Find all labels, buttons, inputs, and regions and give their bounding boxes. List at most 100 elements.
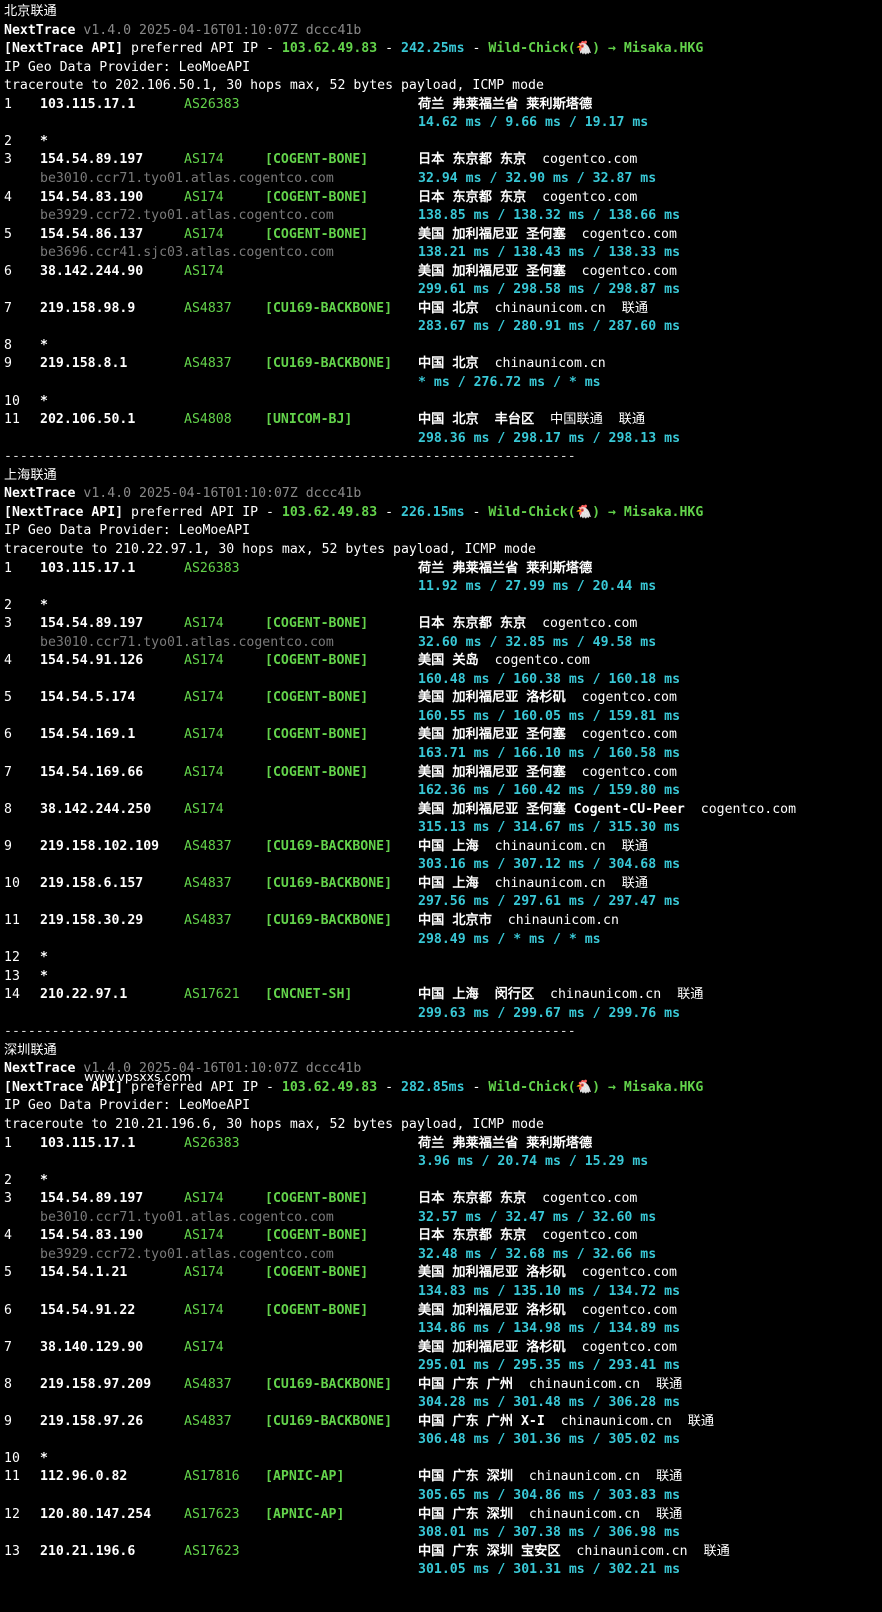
hop-asn: AS17621 [184,987,240,1003]
traceroute-line: traceroute to 202.106.50.1, 30 hops max,… [4,78,544,94]
hop-geo-location: 美国 加利福尼亚 洛杉矶 [418,690,566,706]
hop-row: 7 219.158.98.9 AS4837 [CU169-BACKBONE] 中国 北京… [0,299,882,318]
api-dash: - [377,41,402,57]
hop-ip: 154.54.89.197 [40,616,144,632]
hop-ip: 112.96.0.82 [40,1469,128,1485]
hop-rtt: 298.49 ms / * ms / * ms [418,931,601,947]
hop-geo: 美国 加利福尼亚 圣何塞 cogentco.com [418,725,677,744]
hop-geo-location: 荷兰 弗莱福兰省 莱利斯塔德 [418,96,593,112]
hop-ip: 219.158.102.109 [40,838,160,854]
hop-asn: AS174 [184,1265,224,1281]
hop-detail-row: 134.83 ms / 135.10 ms / 134.72 ms [0,1282,882,1301]
hop-ip: 210.21.196.6 [40,1543,136,1559]
hop-geo: 美国 加利福尼亚 圣何塞 cogentco.com [418,225,677,244]
api-text: preferred API IP - [131,504,282,520]
app-version: v1.4.0 2025-04-16T01:10:07Z dccc41b [83,22,362,38]
hop-timeout: * [40,1450,48,1466]
hop-hostname: be3010.ccr71.tyo01.atlas.cogentco.com [40,1209,334,1225]
hop-row: 1 103.115.17.1 AS26383 荷兰 弗莱福兰省 莱利斯塔德 [0,559,882,578]
hop-number: 2 [4,597,12,613]
hop-tag: [COGENT-BONE] [265,152,369,168]
api-ip: 103.62.49.83 [281,41,378,57]
hop-rtt: 299.63 ms / 299.67 ms / 299.76 ms [418,1005,681,1021]
hop-tag: [COGENT-BONE] [265,1191,369,1207]
hop-tag: [COGENT-BONE] [265,690,369,706]
hop-detail-row: be3929.ccr72.tyo01.atlas.cogentco.com 138… [0,206,882,225]
geo-provider-line: IP Geo Data Provider: LeoMoeAPI [4,59,251,75]
hop-rtt: 299.61 ms / 298.58 ms / 298.87 ms [418,282,681,298]
hop-number: 5 [4,226,12,242]
hop-number: 7 [4,300,12,316]
hop-tag: [CU169-BACKBONE] [265,875,393,891]
hop-ip: 219.158.98.9 [40,300,136,316]
hop-row: 11 219.158.30.29 AS4837 [CU169-BACKBONE] 中国 … [0,911,882,930]
hop-rtt: 138.85 ms / 138.32 ms / 138.66 ms [418,208,681,224]
hop-geo: 中国 北京 丰台区 中国联通 联通 [418,410,645,429]
hop-geo-location: 中国 上海 闵行区 [418,987,535,1003]
hop-geo-location: 美国 关岛 [418,653,479,669]
hop-hostname: be3696.ccr41.sjc03.atlas.cogentco.com [40,245,334,261]
hop-detail-row: 304.28 ms / 301.48 ms / 306.28 ms [0,1393,882,1412]
hop-geo-location: 美国 加利福尼亚 圣何塞 [418,226,566,242]
hop-timeout: * [40,1172,48,1188]
hop-timeout: * [40,133,48,149]
hop-geo-location: 美国 加利福尼亚 圣何塞 [418,727,566,743]
hop-rtt: 134.86 ms / 134.98 ms / 134.89 ms [418,1321,681,1337]
hop-domain: 中国联通 联通 [550,412,646,428]
hop-ip: 219.158.6.157 [40,875,144,891]
hop-geo-location: 中国 上海 [418,838,479,854]
hop-geo: 美国 加利福尼亚 圣何塞 cogentco.com [418,262,677,281]
hop-ip: 154.54.89.197 [40,152,144,168]
hop-asn: AS4837 [184,912,232,928]
hop-domain: chinaunicom.cn 联通 [550,987,704,1003]
hop-geo: 荷兰 弗莱福兰省 莱利斯塔德 [418,1134,592,1153]
hop-ip: 154.54.91.22 [40,1302,136,1318]
hop-asn: AS174 [184,801,224,817]
hop-asn: AS26383 [184,96,240,112]
hop-geo-location: 美国 加利福尼亚 洛杉矶 [418,1339,566,1355]
app-name: NextTrace [4,486,76,502]
hop-row: 9 219.158.102.109 AS4837 [CU169-BACKBONE] 中国… [0,837,882,856]
hop-asn: AS4837 [184,356,232,372]
hop-row: 14 210.22.97.1 AS17621 [CNCNET-SH] 中国 上海 闵行区… [0,985,882,1004]
hop-detail-row: * ms / 276.72 ms / * ms [0,373,882,392]
hop-asn: AS174 [184,189,224,205]
hop-number: 10 [4,393,20,409]
hop-number: 6 [4,263,12,279]
hop-geo: 美国 加利福尼亚 洛杉矶 cogentco.com [418,1301,677,1320]
geo-provider-line: IP Geo Data Provider: LeoMoeAPI [4,1098,251,1114]
hop-asn: AS174 [184,1302,224,1318]
hop-detail-row: 303.16 ms / 307.12 ms / 304.68 ms [0,855,882,874]
hop-ip: 154.54.1.21 [40,1265,128,1281]
hop-domain: cogentco.com [581,1339,677,1355]
hop-geo: 中国 北京市 chinaunicom.cn [418,911,619,930]
hop-asn: AS174 [184,690,224,706]
hop-row: 10 * [0,1449,882,1468]
hop-rtt: 283.67 ms / 280.91 ms / 287.60 ms [418,319,681,335]
version-line: NextTrace v1.4.0 2025-04-16T01:10:07Z dc… [4,484,361,503]
api-line: [NextTrace API] preferred API IP - 103.6… [4,503,703,522]
hop-asn: AS174 [184,152,224,168]
hop-number: 7 [4,764,12,780]
hop-asn: AS174 [184,727,224,743]
terminal-window[interactable]: 北京联通 NextTrace v1.4.0 2025-04-16T01:10:07… [0,0,882,1612]
hop-geo: 中国 广东 广州 X-I chinaunicom.cn 联通 [418,1412,714,1431]
hop-geo-location: 美国 加利福尼亚 洛杉矶 [418,1265,566,1281]
hop-number: 14 [4,987,20,1003]
hop-ip: 219.158.97.209 [40,1376,152,1392]
hop-geo-location: 中国 北京市 [418,912,492,928]
hop-number: 10 [4,1450,20,1466]
hop-domain: chinaunicom.cn [494,356,606,372]
hop-number: 1 [4,96,12,112]
hop-rtt: 134.83 ms / 135.10 ms / 134.72 ms [418,1283,681,1299]
hop-number: 12 [4,1506,20,1522]
hop-geo-location: 中国 北京 丰台区 [418,412,535,428]
hop-rtt: 315.13 ms / 314.67 ms / 315.30 ms [418,820,681,836]
hop-row: 2 * [0,1171,882,1190]
hop-asn: AS4837 [184,1376,232,1392]
hop-domain: chinaunicom.cn 联通 [576,1543,730,1559]
hop-number: 7 [4,1339,12,1355]
hop-domain: cogentco.com [581,1302,677,1318]
hop-number: 11 [4,412,20,428]
hop-geo: 中国 北京 chinaunicom.cn [418,354,606,373]
